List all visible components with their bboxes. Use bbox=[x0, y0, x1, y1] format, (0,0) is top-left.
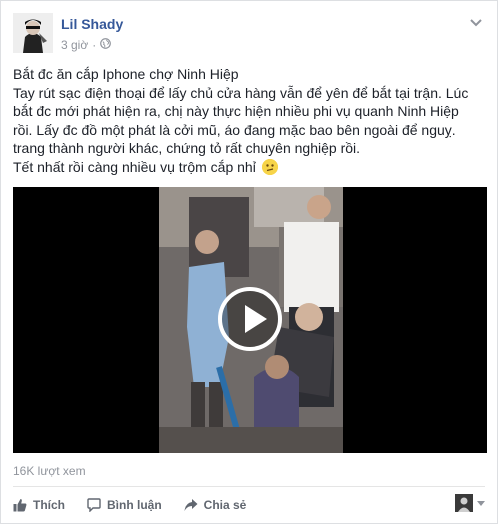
confused-face-emoji bbox=[261, 158, 278, 175]
post-card: Lil Shady 3 giờ · Bắt đc ăn cắp Iphone c… bbox=[0, 0, 498, 524]
post-text-line: Tay rút sạc điện thoại để lấy chủ cửa hà… bbox=[13, 84, 469, 101]
caret-down-icon bbox=[477, 500, 485, 506]
post-as-selector[interactable] bbox=[455, 494, 485, 512]
video-player[interactable] bbox=[13, 187, 487, 453]
view-count: 16K lượt xem bbox=[13, 464, 86, 478]
globe-icon[interactable] bbox=[100, 38, 112, 52]
action-divider bbox=[13, 486, 485, 487]
share-icon bbox=[184, 499, 198, 511]
play-icon bbox=[245, 305, 267, 333]
post-timestamp[interactable]: 3 giờ bbox=[61, 38, 88, 52]
post-header: Lil Shady 3 giờ · bbox=[13, 13, 123, 55]
author-avatar[interactable] bbox=[13, 13, 53, 53]
comment-label: Bình luận bbox=[107, 498, 162, 512]
chevron-down-icon[interactable] bbox=[469, 15, 485, 27]
comment-icon bbox=[87, 498, 101, 512]
play-button[interactable] bbox=[218, 287, 282, 351]
post-text: Bắt đc ăn cắp Iphone chợ Ninh Hiệp Tay r… bbox=[13, 65, 487, 176]
share-button[interactable]: Chia sẻ bbox=[184, 498, 247, 512]
post-text-line: Bắt đc ăn cắp Iphone chợ Ninh Hiệp bbox=[13, 66, 239, 82]
post-meta: 3 giờ · bbox=[61, 38, 123, 52]
like-button[interactable]: Thích bbox=[13, 498, 65, 512]
post-text-line: trang thành người khác, chứng tỏ rất chu… bbox=[13, 140, 361, 156]
meta-separator: · bbox=[92, 38, 97, 52]
share-label: Chia sẻ bbox=[203, 498, 247, 512]
like-label: Thích bbox=[33, 498, 65, 512]
post-text-line: rồi. Lấy đc đồ một phát là cởi mũ, áo đa… bbox=[13, 121, 456, 138]
post-text-line: Tết nhất rồi càng nhiều vụ trộm cắp nhỉ bbox=[13, 158, 256, 175]
viewer-avatar bbox=[455, 494, 473, 512]
comment-button[interactable]: Bình luận bbox=[87, 498, 162, 512]
post-text-line: bắt đc mới phát hiện ra, chị này thực hi… bbox=[13, 103, 459, 119]
author-name[interactable]: Lil Shady bbox=[61, 16, 123, 32]
action-bar: Thích Bình luận Chia sẻ bbox=[13, 495, 268, 515]
thumbs-up-icon bbox=[13, 499, 27, 512]
